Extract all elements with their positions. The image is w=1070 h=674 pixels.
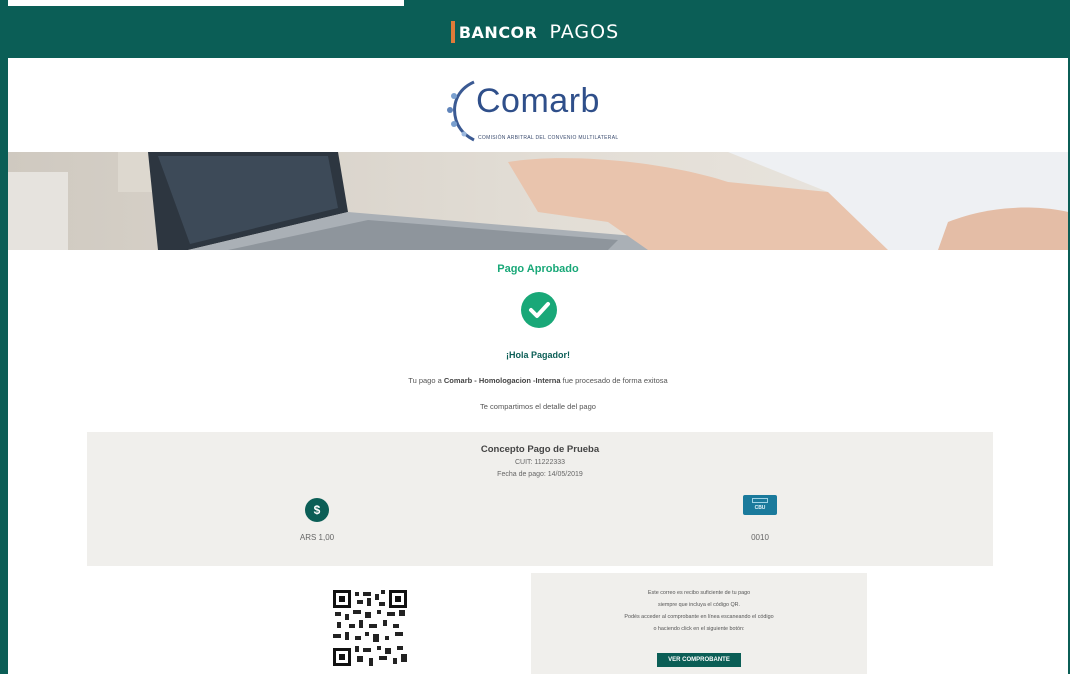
payment-detail-panel: Concepto Pago de Prueba CUIT: 11222333 F…: [87, 432, 993, 566]
card-chip-shape: [752, 498, 768, 503]
receipt-line-3: Podés acceder al comprobante en línea es…: [624, 614, 774, 620]
detail-intro: Te compartimos el detalle del pago: [480, 402, 596, 411]
payment-date: Fecha de pago: 14/05/2019: [497, 471, 583, 478]
bancor-pagos-logo: BANCOR PAGOS: [450, 21, 620, 43]
message-suffix: fue procesado de forma exitosa: [560, 376, 668, 385]
payment-concept: Concepto Pago de Prueba: [480, 444, 600, 455]
payment-message: Tu pago a Comarb - Homologacion -Interna…: [8, 376, 1068, 385]
receipt-line-1: Este correo es recibo suficiente de tu p…: [647, 590, 751, 596]
message-prefix: Tu pago a: [408, 376, 444, 385]
receipt-line-2: siempre que incluya el código QR.: [657, 602, 741, 608]
brand-accent-bar: [450, 21, 455, 43]
cbu-icon-label: CBU: [754, 505, 766, 511]
check-circle-icon: [521, 292, 557, 328]
comarb-wordmark: Comarb: [476, 82, 600, 120]
qr-code-graphic: [333, 590, 407, 666]
greeting: ¡Hola Pagador!: [505, 350, 570, 360]
ver-comprobante-button[interactable]: VER COMPROBANTE: [657, 653, 741, 667]
qr-code[interactable]: [333, 590, 407, 666]
cbu-card-icon: CBU: [743, 495, 777, 515]
hero-illustration: [8, 152, 1068, 250]
payment-amount: ARS 1,00: [299, 533, 335, 542]
comarb-logo: Comarb COMISIÓN ARBITRAL DEL CONVENIO MU…: [444, 76, 654, 146]
hero-image-laptop-hands: [8, 152, 1068, 250]
receipt-text: Este correo es recibo suficiente de tu p…: [531, 587, 867, 635]
dollar-icon: $: [305, 498, 329, 522]
merchant-name: Comarb - Homologacion -Interna: [443, 376, 561, 385]
payment-method-value: 0010: [751, 533, 769, 542]
header-bar: BANCOR PAGOS: [0, 6, 1070, 58]
brand-pagos: PAGOS: [549, 21, 620, 43]
email-body: Comarb COMISIÓN ARBITRAL DEL CONVENIO MU…: [8, 58, 1068, 674]
comarb-subtitle: COMISIÓN ARBITRAL DEL CONVENIO MULTILATE…: [478, 135, 619, 141]
receipt-line-4: o haciendo click en el siguiente botón:: [653, 626, 745, 632]
brand-bancor: BANCOR: [458, 22, 538, 42]
receipt-info-panel: Este correo es recibo suficiente de tu p…: [531, 573, 867, 674]
status-title: Pago Aprobado: [497, 263, 579, 275]
payment-cuit: CUIT: 11222333: [514, 459, 566, 466]
